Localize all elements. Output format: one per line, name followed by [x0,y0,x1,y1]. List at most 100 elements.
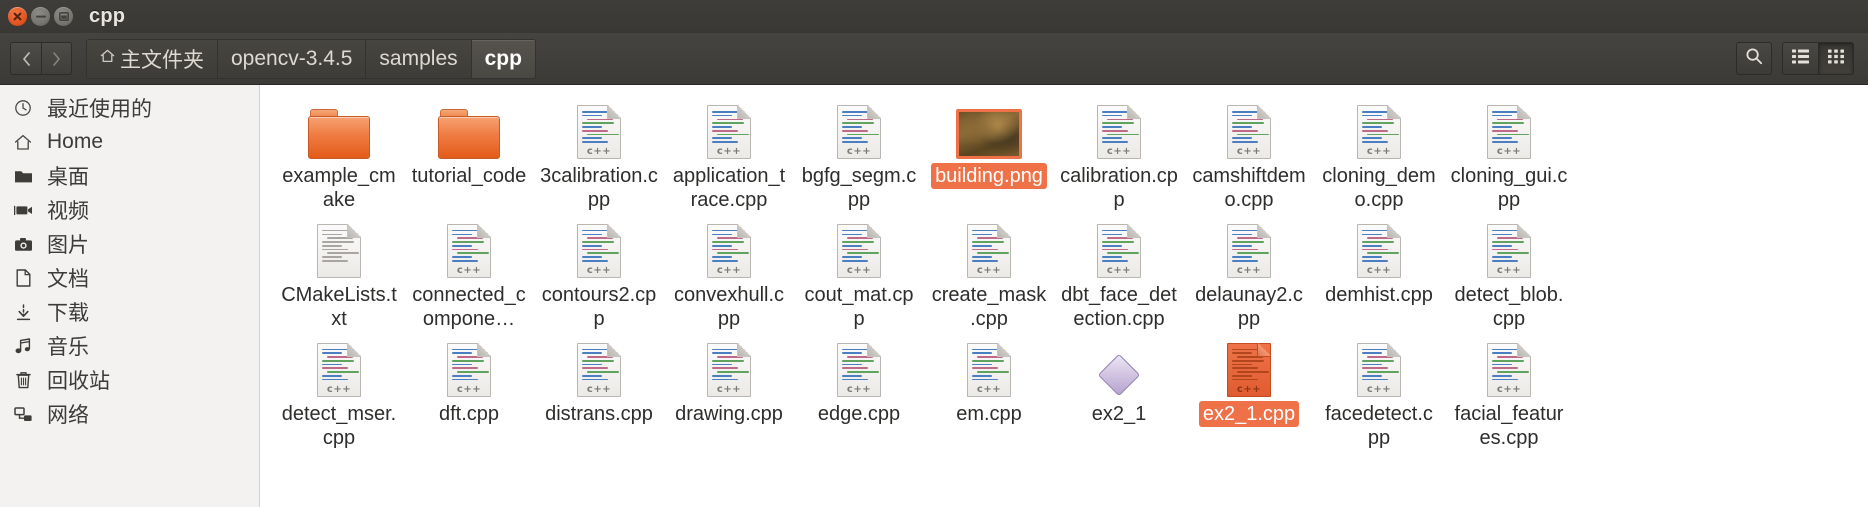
breadcrumb-label: 主文件夹 [120,48,204,72]
cpp-file-icon: c++ [967,223,1011,278]
breadcrumb-item-samples[interactable]: samples [365,38,471,79]
sidebar-item-label: 视频 [47,200,89,223]
file-item[interactable]: c++ connected_compone… [404,214,534,333]
view-mode-group [1782,42,1854,75]
file-item[interactable]: c++ facial_features.cpp [1444,333,1574,452]
cpp-badge: c++ [1496,264,1522,276]
file-item[interactable]: c++ ex2_1.cpp [1184,333,1314,452]
sidebar-item-8[interactable]: 音乐 [0,329,259,363]
cpp-badge: c++ [1366,383,1392,395]
sidebar: 最近使用的 Home 桌面视频图片 文档 下载音乐回收站 网络 [0,85,260,507]
video-icon [12,203,34,217]
cpp-badge: c++ [1106,264,1132,276]
file-name-label: 3calibration.cpp [540,165,658,212]
file-name-label: dbt_face_detection.cpp [1061,283,1177,331]
sidebar-item-3[interactable]: 桌面 [0,159,259,193]
file-name-label: camshiftdemo.cpp [1192,165,1306,212]
grid-view-button[interactable] [1818,42,1854,75]
file-item[interactable]: c++ bgfg_segm.cpp [794,95,924,214]
cpp-file-icon: c++ [1227,223,1271,278]
forward-button[interactable] [41,42,72,75]
file-item[interactable]: c++ demhist.cpp [1314,214,1444,333]
maximize-button[interactable] [54,7,73,26]
cpp-file-icon: c++ [1227,342,1271,397]
file-icon-wrap: c++ [447,220,491,278]
cpp-file-icon: c++ [707,105,751,159]
file-item[interactable]: c++ convexhull.cpp [664,214,794,333]
file-item[interactable]: c++ detect_blob.cpp [1444,214,1574,333]
file-item[interactable]: c++ dft.cpp [404,333,534,452]
breadcrumb-label: cpp [484,46,522,70]
file-item[interactable]: c++ facedetect.cpp [1314,333,1444,452]
minimize-button[interactable] [31,7,50,26]
file-item[interactable]: c++ cout_mat.cpp [794,214,924,333]
sidebar-item-9[interactable]: 回收站 [0,363,259,397]
list-view-button[interactable] [1782,42,1818,75]
search-button[interactable] [1736,42,1772,75]
grid-view-icon [1828,49,1844,69]
sidebar-item-10[interactable]: 网络 [0,397,259,431]
file-item[interactable]: c++ create_mask.cpp [924,214,1054,333]
download-icon [12,303,34,321]
file-icon-wrap: c++ [707,220,751,278]
cpp-badge: c++ [846,146,872,157]
file-name-label: facedetect.cpp [1325,402,1433,449]
cpp-badge: c++ [1236,264,1262,276]
file-item[interactable]: c++ edge.cpp [794,333,924,452]
file-item[interactable]: c++ calibration.cpp [1054,95,1184,214]
file-icon-wrap [1097,339,1141,397]
file-icon-wrap: c++ [1097,220,1141,278]
sidebar-item-label: 音乐 [47,336,89,359]
file-item[interactable]: example_cmake [274,95,404,214]
file-icon-wrap [317,220,361,278]
file-item[interactable]: c++ delaunay2.cpp [1184,214,1314,333]
file-icon-wrap: c++ [1357,220,1401,278]
sidebar-item-7[interactable]: 下载 [0,295,259,329]
file-item[interactable]: CMakeLists.txt [274,214,404,333]
file-item[interactable]: c++ 3calibration.cpp [534,95,664,214]
file-item[interactable]: tutorial_code [404,95,534,214]
file-area[interactable]: example_cmake tutorial_code c++ 3calibratio… [260,85,1868,507]
close-button[interactable] [8,7,27,26]
file-icon-wrap: c++ [577,339,621,397]
breadcrumb-label: samples [379,46,458,70]
cpp-badge: c++ [1496,383,1522,395]
sidebar-item-label: Home [47,130,104,153]
cpp-file-icon: c++ [1357,342,1401,397]
sidebar-item-1[interactable]: 最近使用的 [0,91,259,125]
file-item[interactable]: building.png [924,95,1054,214]
breadcrumb-item-cpp[interactable]: cpp [470,38,536,79]
back-button[interactable] [10,42,41,75]
file-item[interactable]: c++ dbt_face_detection.cpp [1054,214,1184,333]
cpp-file-icon: c++ [447,223,491,278]
file-item[interactable]: c++ application_trace.cpp [664,95,794,214]
cpp-badge: c++ [716,383,742,395]
file-item[interactable]: c++ camshiftdemo.cpp [1184,95,1314,214]
sidebar-item-6[interactable]: 文档 [0,261,259,295]
cpp-badge: c++ [586,146,612,157]
trash-icon [12,371,34,389]
breadcrumb-item-home[interactable]: 主文件夹 [86,38,217,79]
search-icon [1745,47,1763,70]
file-icon-wrap: c++ [1097,101,1141,159]
sidebar-item-4[interactable]: 视频 [0,193,259,227]
toolbar-right-controls [1736,42,1854,75]
cpp-badge: c++ [1366,264,1392,276]
file-item[interactable]: c++ detect_mser.cpp [274,333,404,452]
file-item[interactable]: c++ cloning_demo.cpp [1314,95,1444,214]
file-name-label: facial_features.cpp [1454,402,1564,449]
sidebar-item-5[interactable]: 图片 [0,227,259,261]
cpp-badge: c++ [716,146,742,157]
file-item[interactable]: c++ drawing.cpp [664,333,794,452]
file-icon-wrap: c++ [317,339,361,397]
file-item[interactable]: c++ distrans.cpp [534,333,664,452]
breadcrumb-item-opencv[interactable]: opencv-3.4.5 [217,38,366,79]
file-item[interactable]: ex2_1 [1054,333,1184,452]
file-icon-wrap: c++ [577,220,621,278]
image-thumbnail [956,109,1022,159]
sidebar-item-2[interactable]: Home [0,125,259,159]
file-name-label: building.png [931,163,1047,190]
file-item[interactable]: c++ contours2.cpp [534,214,664,333]
file-item[interactable]: c++ em.cpp [924,333,1054,452]
file-item[interactable]: c++ cloning_gui.cpp [1444,95,1574,214]
